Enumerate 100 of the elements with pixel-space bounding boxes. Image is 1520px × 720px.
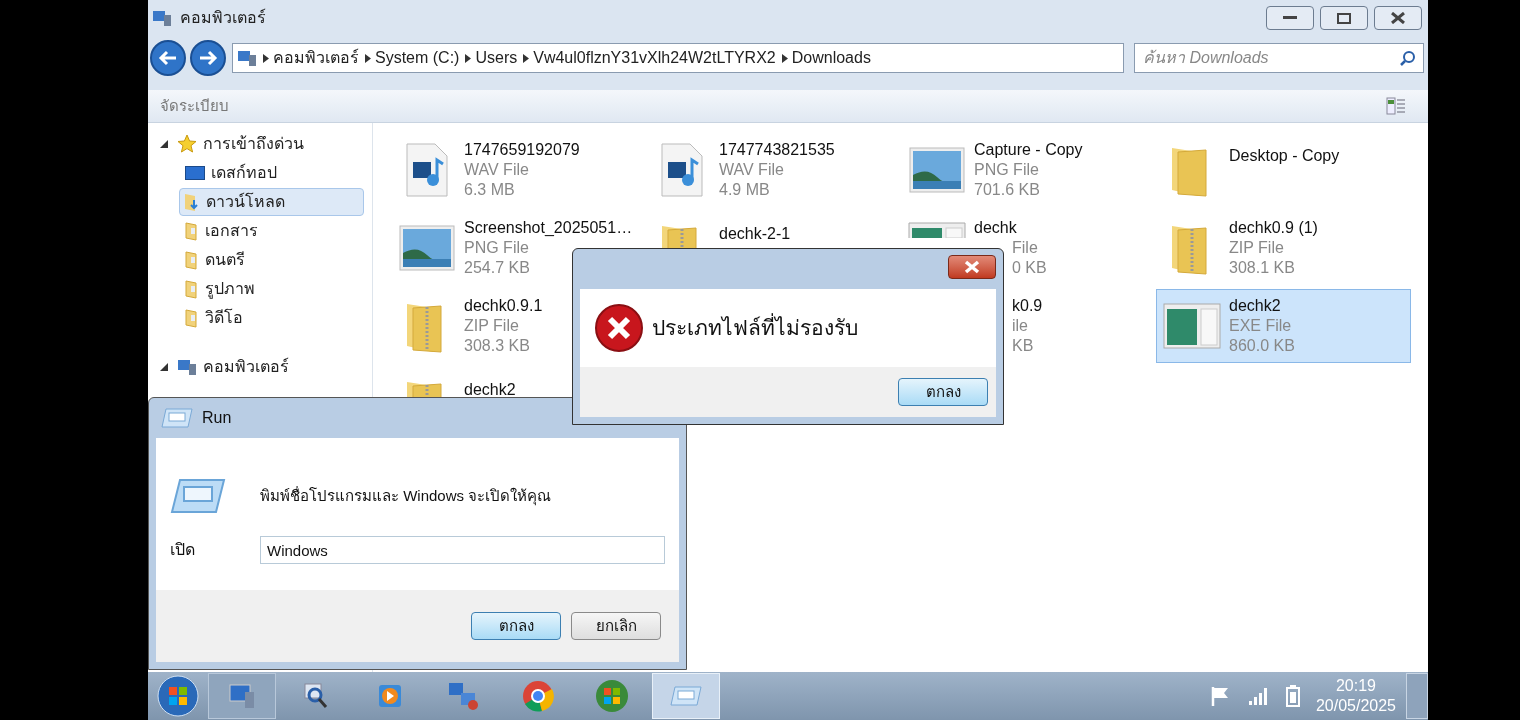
signal-icon[interactable] <box>1247 686 1270 706</box>
file-size: 4.9 MB <box>719 180 771 200</box>
tree-item[interactable]: ดนตรี <box>180 245 254 274</box>
organize-menu[interactable]: จัดระเบียบ <box>160 94 229 118</box>
file-type: EXE File <box>1229 316 1293 336</box>
chrome-icon <box>522 680 554 712</box>
file-size: KB <box>1011 336 1035 356</box>
error-message: ประเภทไฟล์ที่ไม่รองรับ <box>652 312 858 344</box>
file-name: dechk2 <box>1229 296 1282 316</box>
file-name: dechk <box>974 218 1018 238</box>
library-folder-icon <box>185 220 199 241</box>
audio-file-icon <box>405 142 449 198</box>
file-item[interactable]: dechk File 0 KB <box>901 211 1156 285</box>
computer-icon <box>237 49 257 67</box>
command-input[interactable]: Windows <box>260 536 665 564</box>
file-name: k0.9 <box>1011 296 1043 316</box>
view-options-icon[interactable] <box>1386 97 1406 115</box>
file-type: ile <box>1011 316 1029 336</box>
restore-icon <box>1337 12 1351 24</box>
run-window-icon <box>669 685 703 707</box>
forward-arrow-icon <box>198 50 218 66</box>
file-item[interactable]: Capture - Copy PNG File 701.6 KB <box>901 133 1156 207</box>
tree-item[interactable]: ดาวน์โหลด <box>179 187 364 216</box>
file-item[interactable]: Desktop - Copy <box>1156 133 1411 207</box>
tree-item[interactable]: เดสก์ทอป <box>180 158 286 187</box>
search-icon <box>1400 50 1416 66</box>
run-program-icon <box>170 478 226 514</box>
error-icon <box>594 303 644 353</box>
file-size: 308.3 KB <box>464 336 531 356</box>
back-arrow-icon <box>158 50 178 66</box>
start-button[interactable] <box>154 674 202 718</box>
library-folder-icon <box>185 249 199 270</box>
search-field[interactable]: ค้นหา Downloads <box>1134 43 1424 73</box>
ok-button[interactable]: ตกลง <box>898 378 988 406</box>
file-size: 254.7 KB <box>464 258 531 278</box>
ok-button[interactable]: ตกลง <box>471 612 561 640</box>
expand-arrow-icon[interactable] <box>160 362 168 371</box>
window-title: คอมพิวเตอร์ <box>180 7 266 28</box>
minimize-icon <box>1283 16 1297 20</box>
close-button[interactable] <box>948 255 996 279</box>
cancel-button[interactable]: ยกเลิก <box>571 612 661 640</box>
close-icon <box>1391 12 1405 24</box>
library-folder-icon <box>185 307 199 328</box>
breadcrumb-item[interactable]: Vw4ul0flznY31vXlh24W2tLTYRX2 <box>533 46 776 70</box>
dialog-title: Run <box>202 408 232 428</box>
library-folder-icon <box>185 278 199 299</box>
breadcrumb-item[interactable]: Downloads <box>791 46 871 70</box>
image-file-icon <box>909 147 965 193</box>
program-window-icon <box>908 222 966 238</box>
audio-file-icon <box>660 142 704 198</box>
tree-item[interactable]: วิดีโอ <box>180 303 252 332</box>
file-item[interactable]: dechk0.9 (1) ZIP File 308.1 KB <box>1156 211 1411 285</box>
file-type: WAV File <box>464 160 530 180</box>
file-size: 701.6 KB <box>974 180 1041 200</box>
computer-icon <box>177 357 197 376</box>
windows-logo-icon <box>157 675 199 717</box>
maximize-button[interactable] <box>1320 6 1368 30</box>
breadcrumb-item[interactable]: คอมพิวเตอร์ <box>273 46 359 70</box>
file-name: 1747659192079 <box>464 140 580 160</box>
file-item[interactable]: dechk0.9.1 ZIP File 308.3 KB <box>391 289 646 363</box>
file-name: Screenshot_2025051… <box>464 218 633 238</box>
desktop-icon <box>185 165 205 180</box>
breadcrumb-item[interactable]: System (C:) <box>375 46 460 70</box>
clock-time: 20:19 <box>1335 676 1376 696</box>
file-type: File <box>1011 238 1039 258</box>
address-bar[interactable]: คอมพิวเตอร์ System (C:) Users Vw4ul0flznY31vXlh24W2tLTYRX2 Downloads <box>232 43 1124 73</box>
breadcrumb-item[interactable]: Users <box>475 46 518 70</box>
file-name: Capture - Copy <box>974 140 1083 160</box>
forward-button[interactable] <box>190 40 226 76</box>
run-window-icon <box>160 407 194 429</box>
file-type: WAV File <box>719 160 785 180</box>
taskbar-app[interactable] <box>208 673 276 719</box>
file-size: 6.3 MB <box>464 180 516 200</box>
image-file-icon <box>399 225 455 271</box>
file-item[interactable]: Screenshot_2025051… PNG File 254.7 KB <box>391 211 646 285</box>
file-name: Desktop - Copy <box>1229 146 1340 166</box>
file-item[interactable]: dechk2 EXE File 860.0 KB <box>1156 289 1411 363</box>
battery-icon[interactable] <box>1285 685 1300 707</box>
program-window-icon <box>1163 303 1221 349</box>
computer-icon <box>227 682 257 710</box>
chevron-right-icon <box>523 53 530 63</box>
tree-item[interactable]: คอมพิวเตอร์ <box>172 352 298 381</box>
close-button[interactable] <box>1374 6 1422 30</box>
tree-item[interactable]: รูปภาพ <box>180 274 264 303</box>
download-folder-icon <box>184 191 201 212</box>
file-name: dechk0.9 (1) <box>1229 218 1318 238</box>
network-computers-icon <box>447 681 481 711</box>
file-type: ZIP File <box>464 316 520 336</box>
file-size: 860.0 KB <box>1229 336 1295 356</box>
back-button[interactable] <box>150 40 186 76</box>
play-icon <box>376 682 404 710</box>
open-label: เปิด <box>170 540 196 560</box>
tree-item[interactable]: การเข้าถึงด่วน <box>172 129 313 158</box>
file-item[interactable]: 1747743821535 WAV File 4.9 MB <box>646 133 901 207</box>
tree-item[interactable]: เอกสาร <box>180 216 267 245</box>
show-desktop-button[interactable] <box>1406 673 1428 719</box>
file-item[interactable]: 1747659192079 WAV File 6.3 MB <box>391 133 646 207</box>
windows-logo-icon <box>595 679 629 713</box>
minimize-button[interactable] <box>1266 6 1314 30</box>
expand-arrow-icon[interactable] <box>160 139 168 148</box>
